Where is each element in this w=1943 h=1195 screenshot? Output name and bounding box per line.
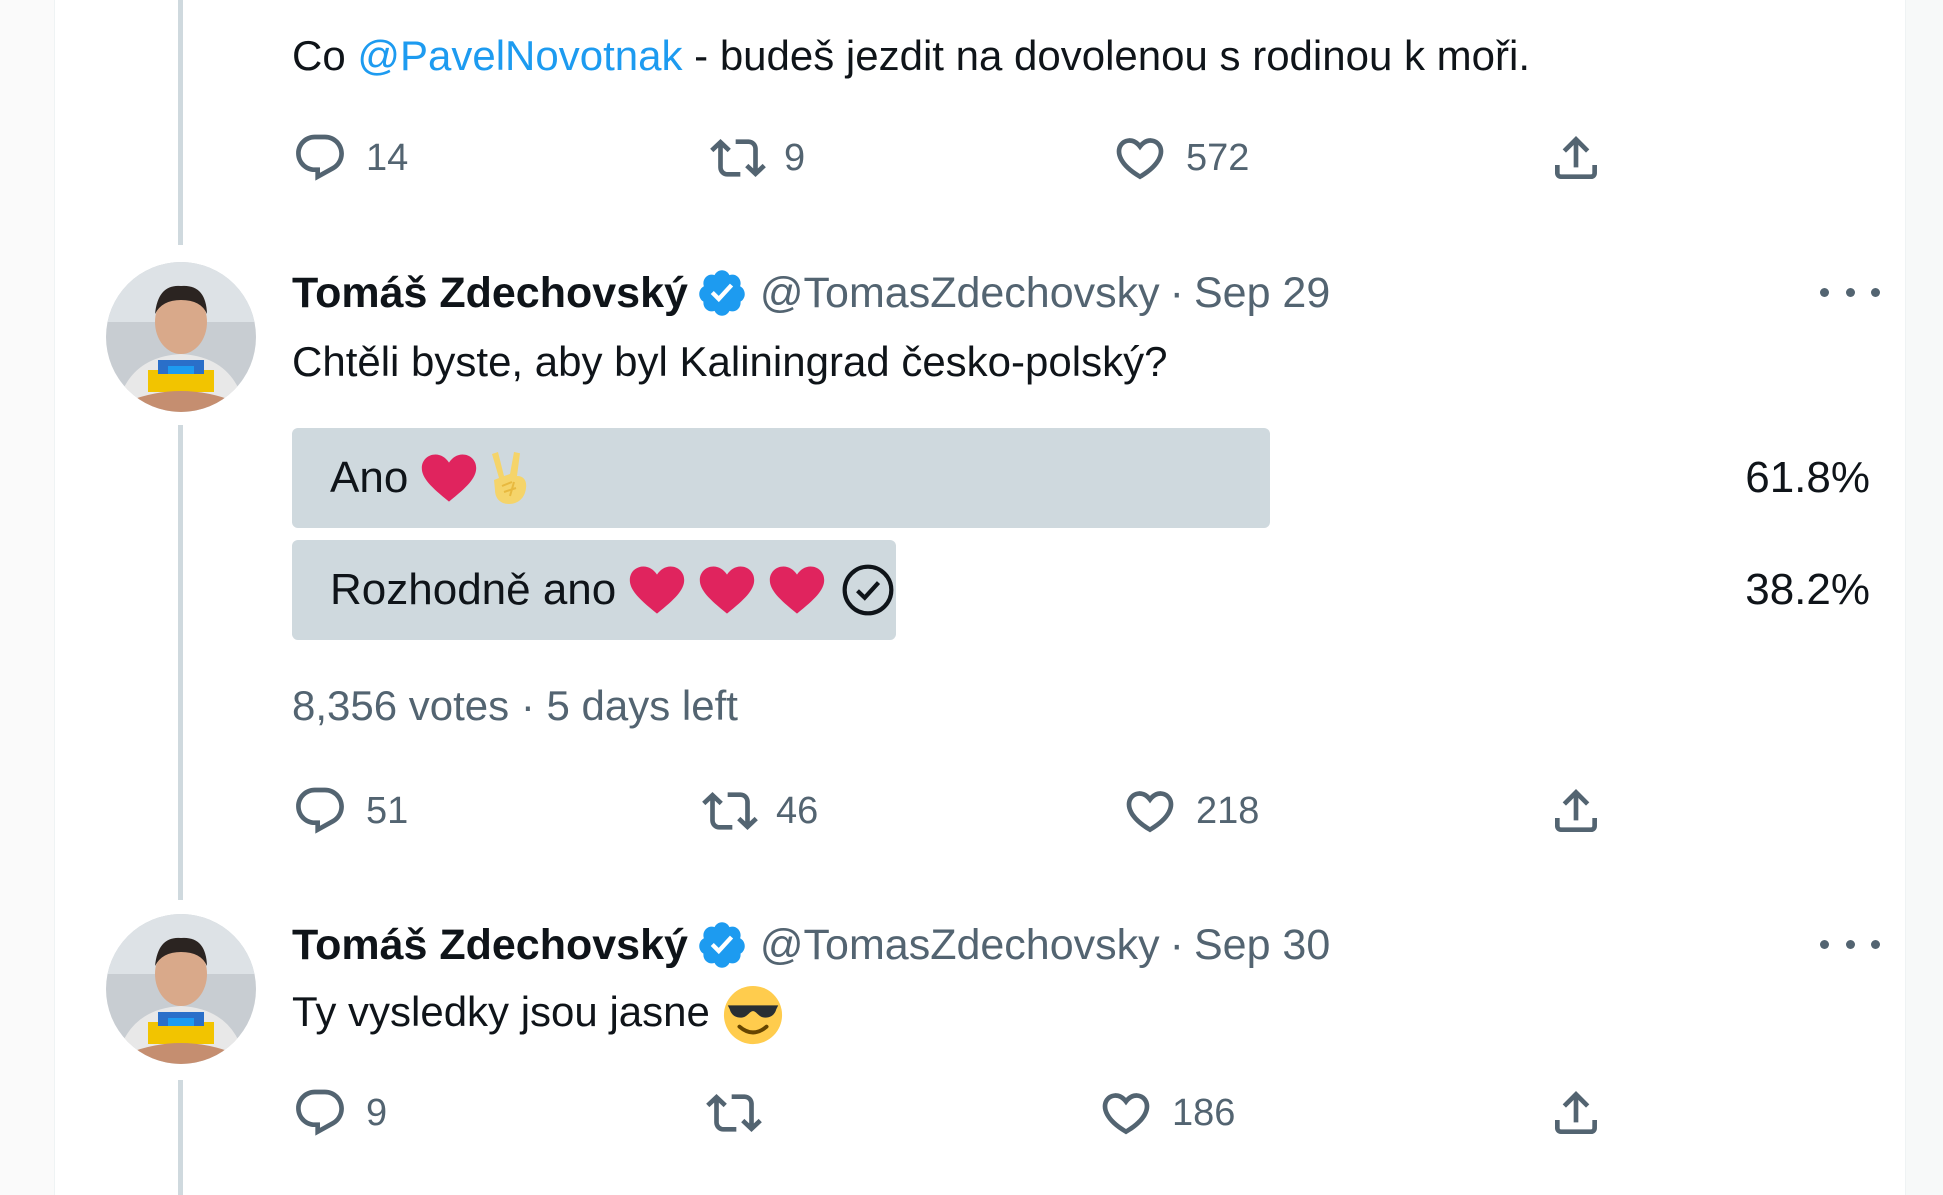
tweet-text-part: - budeš jezdit na dovolenou s rodinou k …	[682, 32, 1530, 79]
header-separator: ·	[1169, 920, 1184, 969]
display-name[interactable]: Tomáš Zdechovský	[292, 269, 688, 318]
more-icon-dot	[1871, 287, 1880, 297]
poll-option[interactable]: Rozhodně ano 38.2%	[292, 540, 1870, 640]
like-count: 572	[1186, 136, 1250, 179]
thread-line	[178, 1080, 183, 1195]
retweet-count: 9	[784, 136, 806, 179]
retweet-icon	[706, 1094, 762, 1132]
reply-count: 14	[366, 136, 409, 179]
tweet-text-part: Ty vysledky jsou jasne	[292, 988, 710, 1036]
share-button[interactable]	[1548, 776, 1604, 846]
like-count: 186	[1172, 1091, 1236, 1134]
more-icon-dot	[1871, 939, 1880, 949]
timeline-border-right	[1905, 0, 1906, 1195]
poll-meta: 8,356 votes · 5 days left	[292, 682, 738, 730]
more-icon-dot	[1845, 939, 1855, 949]
like-button[interactable]: 572	[1112, 123, 1249, 193]
red-heart-icon	[770, 566, 825, 614]
poll-meta-separator: ·	[520, 682, 535, 729]
more-icon-dot	[1820, 287, 1829, 297]
smiling-face-with-sunglasses-icon	[723, 985, 782, 1045]
more-button[interactable]	[1820, 272, 1880, 312]
avatar-photo	[106, 914, 256, 1064]
check-circle-icon	[842, 564, 894, 616]
poll-option-label-wrap: Ano	[330, 428, 532, 528]
share-icon	[1555, 136, 1597, 179]
reply-count: 9	[366, 1091, 388, 1134]
poll-option-percent: 61.8%	[1745, 453, 1870, 502]
reply-icon	[296, 134, 344, 181]
tweet-header: Tomáš Zdechovský @TomasZdechovsky · Sep …	[292, 913, 1330, 977]
poll-time-left: 5 days left	[546, 682, 738, 729]
thread-line	[178, 0, 183, 245]
handle[interactable]: @TomasZdechovsky	[760, 921, 1160, 970]
tweet-date[interactable]: Sep 30	[1194, 921, 1330, 970]
poll-option-label-wrap: Rozhodně ano	[330, 540, 896, 640]
verified-badge-icon	[699, 270, 745, 316]
poll-option-label: Ano	[330, 453, 409, 502]
mention-link[interactable]: @PavelNovotnak	[357, 32, 682, 79]
tweet-text: Ty vysledky jsou jasne	[292, 984, 784, 1046]
like-count: 218	[1196, 789, 1260, 832]
retweet-count: 46	[776, 789, 819, 832]
reply-icon	[296, 787, 344, 834]
poll-option-percent: 38.2%	[1745, 565, 1870, 614]
retweet-icon	[702, 792, 758, 830]
like-icon	[1126, 791, 1174, 833]
reply-icon	[296, 1089, 344, 1136]
avatar-photo	[106, 262, 256, 412]
verified-badge-icon	[699, 922, 745, 968]
poll-option[interactable]: Ano 61.8%	[292, 428, 1870, 528]
tweet-date[interactable]: Sep 29	[1194, 269, 1330, 318]
retweet-button[interactable]: 46	[702, 776, 818, 846]
header-separator: ·	[1169, 268, 1184, 317]
more-icon-dot	[1845, 287, 1855, 297]
red-heart-icon	[630, 566, 685, 614]
thread-line	[178, 425, 183, 900]
avatar[interactable]	[106, 914, 256, 1064]
tweet-header: Tomáš Zdechovský @TomasZdechovsky · Sep …	[292, 261, 1330, 325]
poll-option-label: Rozhodně ano	[330, 565, 617, 614]
retweet-icon	[710, 139, 766, 177]
page-background-right	[1906, 0, 1943, 1195]
like-button[interactable]: 186	[1098, 1078, 1235, 1148]
like-icon	[1102, 1093, 1150, 1135]
share-button[interactable]	[1548, 1078, 1604, 1148]
page-background-left	[0, 0, 54, 1195]
tweet-text-part: Co	[292, 32, 358, 79]
share-icon	[1555, 789, 1597, 832]
victory-hand-icon	[492, 452, 527, 504]
reply-button[interactable]: 9	[292, 1078, 387, 1148]
share-button[interactable]	[1548, 123, 1604, 193]
reply-button[interactable]: 51	[292, 776, 408, 846]
retweet-button[interactable]	[706, 1078, 780, 1148]
timeline-border-left	[54, 0, 55, 1195]
tweet-text: Chtěli byste, aby byl Kaliningrad česko-…	[292, 338, 1168, 385]
red-heart-icon	[700, 566, 755, 614]
reply-count: 51	[366, 789, 409, 832]
like-icon	[1116, 138, 1164, 180]
display-name[interactable]: Tomáš Zdechovský	[292, 921, 688, 970]
poll-votes: 8,356 votes	[292, 682, 510, 729]
retweet-button[interactable]: 9	[710, 123, 805, 193]
like-button[interactable]: 218	[1122, 776, 1259, 846]
share-icon	[1555, 1091, 1597, 1134]
reply-button[interactable]: 14	[292, 123, 408, 193]
avatar[interactable]	[106, 262, 256, 412]
red-heart-icon	[422, 454, 477, 502]
more-icon-dot	[1820, 939, 1829, 949]
handle[interactable]: @TomasZdechovsky	[760, 269, 1160, 318]
tweet-text: Co @PavelNovotnak - budeš jezdit na dovo…	[292, 30, 1530, 82]
more-button[interactable]	[1820, 924, 1880, 964]
